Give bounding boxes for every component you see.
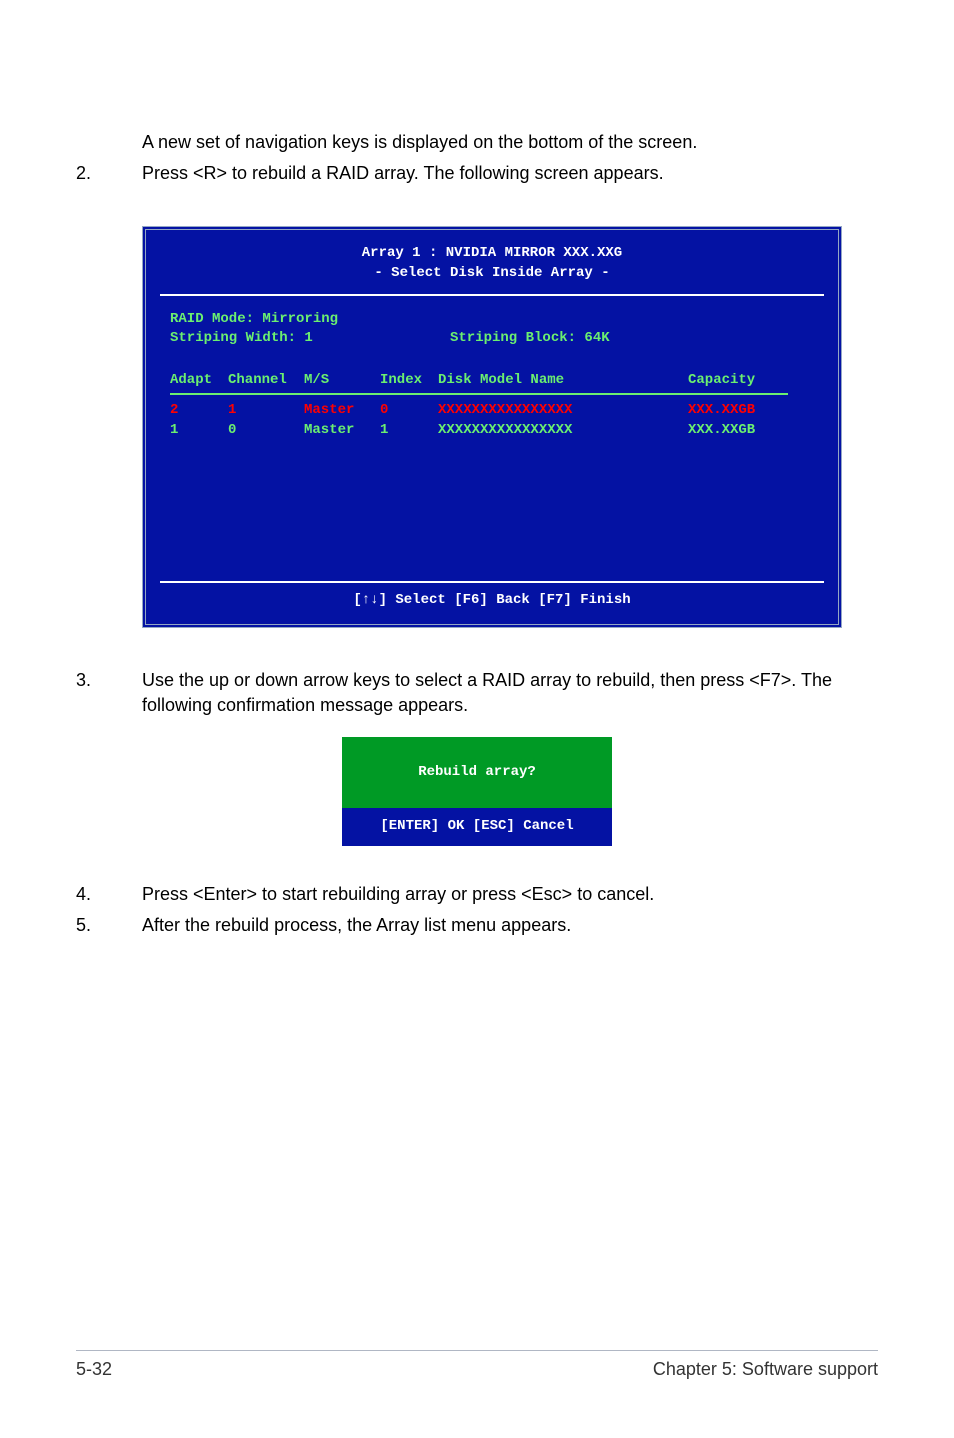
step-text-2: Press <R> to rebuild a RAID array. The f… xyxy=(142,161,878,186)
bios-title-2: - Select Disk Inside Array - xyxy=(146,264,838,284)
col-ms: M/S xyxy=(304,371,380,396)
striping-block: Striping Block: 64K xyxy=(450,329,610,349)
bios-footer-keys: [↑↓] Select [F6] Back [F7] Finish xyxy=(146,583,838,625)
step-number-5: 5. xyxy=(76,913,142,938)
cell-index: 1 xyxy=(380,421,438,441)
dialog-prompt: Rebuild array? xyxy=(342,737,612,809)
step-text-3: Use the up or down arrow keys to select … xyxy=(142,668,878,718)
cell-index: 0 xyxy=(380,401,438,421)
cell-adapt: 1 xyxy=(170,421,228,441)
table-row[interactable]: 2 1 Master 0 XXXXXXXXXXXXXXXX XXX.XXGB xyxy=(170,401,814,421)
step-number-3: 3. xyxy=(76,668,142,718)
striping-width: Striping Width: 1 xyxy=(170,329,450,349)
col-capacity: Capacity xyxy=(688,371,788,396)
col-index: Index xyxy=(380,371,438,396)
table-header-row: Adapt Channel M/S Index Disk Model Name … xyxy=(170,371,814,396)
cell-capacity: XXX.XXGB xyxy=(688,421,788,441)
step-number-4: 4. xyxy=(76,882,142,907)
step-text-4: Press <Enter> to start rebuilding array … xyxy=(142,882,878,907)
col-model: Disk Model Name xyxy=(438,371,688,396)
cell-ms: Master xyxy=(304,421,380,441)
page-number: 5-32 xyxy=(76,1357,112,1382)
cell-capacity: XXX.XXGB xyxy=(688,401,788,421)
confirm-dialog: Rebuild array? [ENTER] OK [ESC] Cancel xyxy=(342,737,612,846)
col-channel: Channel xyxy=(228,371,304,396)
bios-title-1: Array 1 : NVIDIA MIRROR XXX.XXG xyxy=(146,244,838,264)
cell-ms: Master xyxy=(304,401,380,421)
step-text-5: After the rebuild process, the Array lis… xyxy=(142,913,878,938)
cell-model: XXXXXXXXXXXXXXXX xyxy=(438,421,688,441)
cell-adapt: 2 xyxy=(170,401,228,421)
table-row[interactable]: 1 0 Master 1 XXXXXXXXXXXXXXXX XXX.XXGB xyxy=(170,421,814,441)
step-number-2: 2. xyxy=(76,161,142,186)
cell-model: XXXXXXXXXXXXXXXX xyxy=(438,401,688,421)
raid-mode: RAID Mode: Mirroring xyxy=(170,310,814,330)
page-footer: 5-32 Chapter 5: Software support xyxy=(76,1350,878,1382)
col-adapt: Adapt xyxy=(170,371,228,396)
bios-screenshot: Array 1 : NVIDIA MIRROR XXX.XXG - Select… xyxy=(142,226,842,628)
intro-line: A new set of navigation keys is displaye… xyxy=(142,132,697,152)
cell-channel: 0 xyxy=(228,421,304,441)
dialog-keys: [ENTER] OK [ESC] Cancel xyxy=(342,808,612,846)
cell-channel: 1 xyxy=(228,401,304,421)
chapter-title: Chapter 5: Software support xyxy=(653,1357,878,1382)
